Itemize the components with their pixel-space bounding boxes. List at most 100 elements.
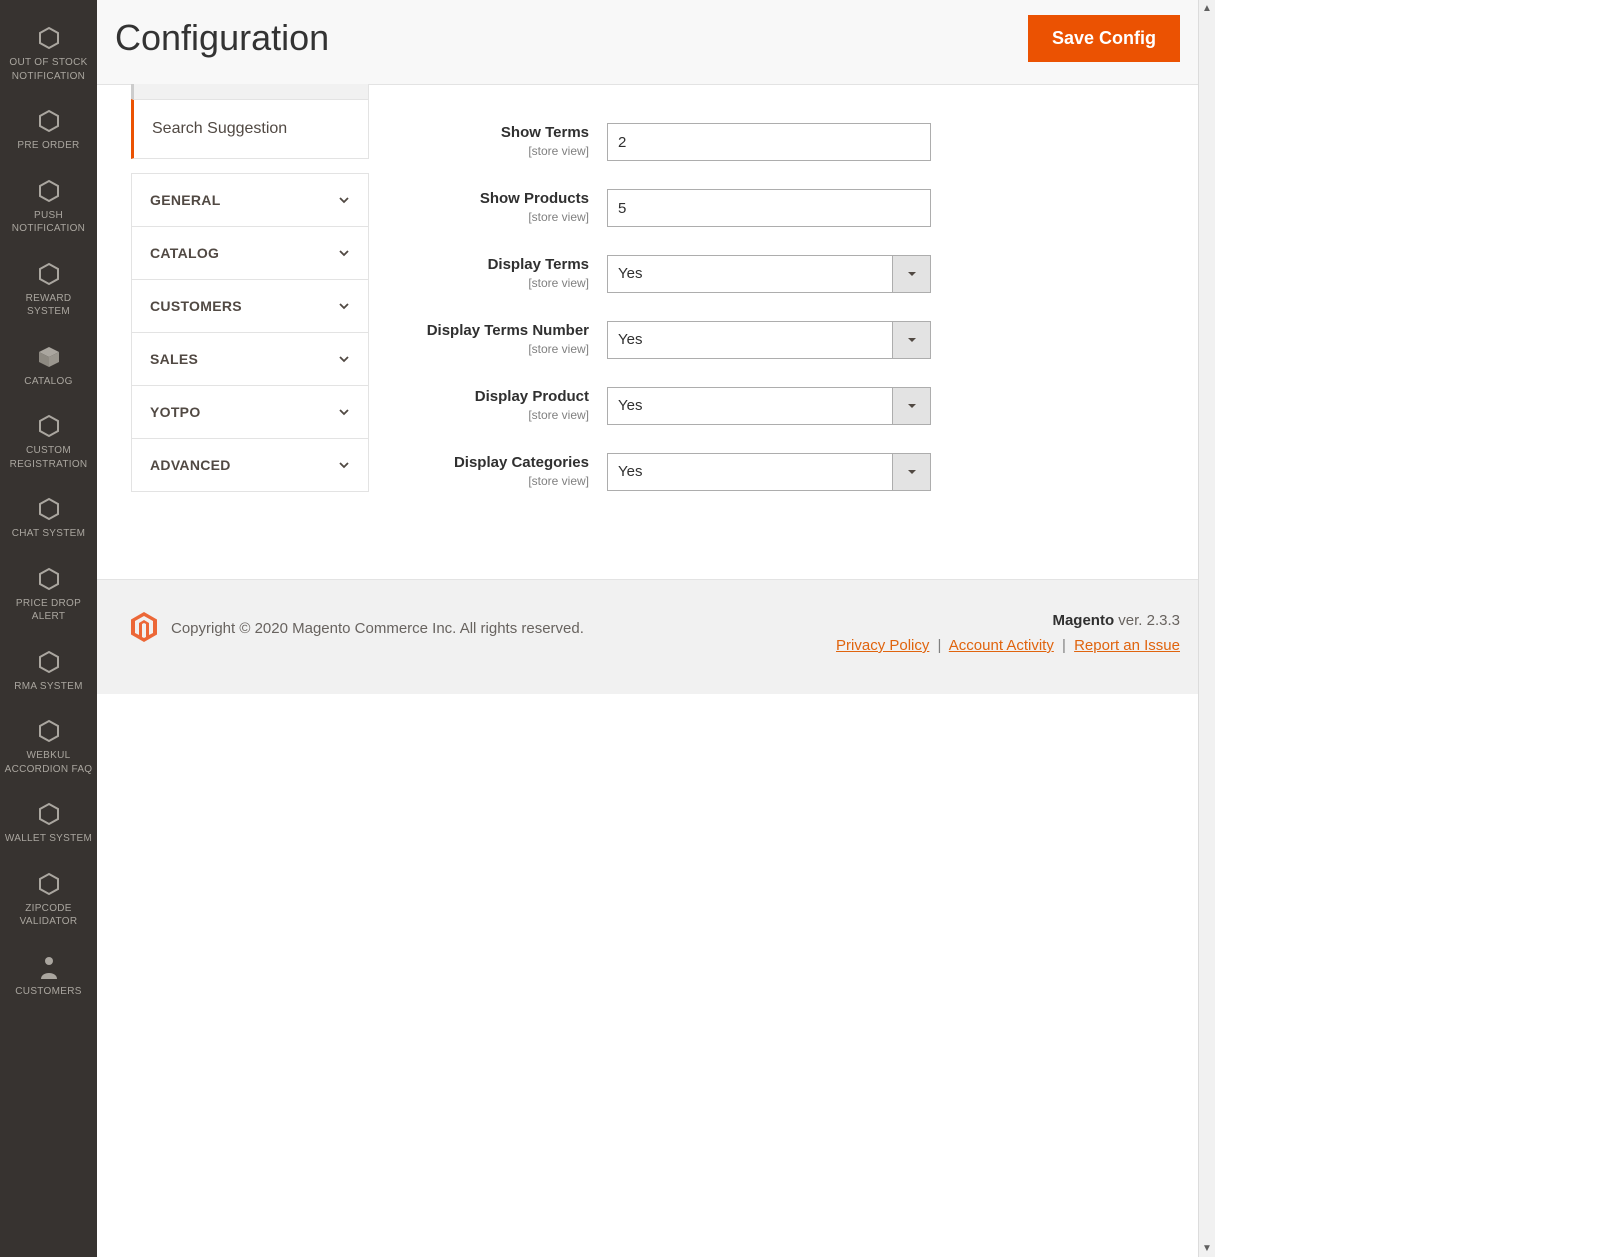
field-label: Display Product [475,388,589,405]
form-row-display-product: Display Product [store view] Yes [395,387,1180,425]
cube-icon [4,345,93,369]
field-label: Display Terms [488,256,589,273]
config-section-catalog[interactable]: CATALOG [131,226,369,280]
sidebar-item-zipcode-validator[interactable]: ZIPCODE VALIDATOR [0,860,97,943]
sidebar-item-reward-system[interactable]: REWARD SYSTEM [0,250,97,333]
select-value: Yes [608,454,892,490]
select-value: Yes [608,256,892,292]
chevron-down-icon [338,247,350,259]
version-text: Magento ver. 2.3.3 [836,612,1180,629]
config-section-label: YOTPO [150,404,201,420]
sidebar-item-out-of-stock-notification[interactable]: OUT OF STOCK NOTIFICATION [0,14,97,97]
sidebar-item-label: CATALOG [4,375,93,389]
sidebar-item-push-notification[interactable]: PUSH NOTIFICATION [0,167,97,250]
content-area: Search Suggestion GENERAL CATALOG CUSTOMER… [97,85,1198,579]
sidebar-item-customers[interactable]: CUSTOMERS [0,943,97,1013]
sidebar-item-label: RMA SYSTEM [4,680,93,694]
sidebar-item-wallet-system[interactable]: WALLET SYSTEM [0,790,97,860]
select-caret-icon [892,256,930,292]
config-section-customers[interactable]: CUSTOMERS [131,279,369,333]
sidebar-item-rma-system[interactable]: RMA SYSTEM [0,638,97,708]
form-row-display-terms: Display Terms [store view] Yes [395,255,1180,293]
field-label: Display Categories [454,454,589,471]
privacy-policy-link[interactable]: Privacy Policy [836,637,929,654]
sidebar-item-label: OUT OF STOCK NOTIFICATION [4,56,93,83]
form-row-show-products: Show Products [store view] [395,189,1180,227]
sidebar-item-pre-order[interactable]: PRE ORDER [0,97,97,167]
display-terms-select[interactable]: Yes [607,255,931,293]
report-issue-link[interactable]: Report an Issue [1074,637,1180,654]
sidebar-item-label: PRE ORDER [4,139,93,153]
field-scope: [store view] [395,144,589,158]
hex-icon [4,872,93,896]
tab-search-suggestion[interactable]: Search Suggestion [131,99,369,159]
field-scope: [store view] [395,276,589,290]
page-header: Configuration Save Config [97,0,1198,85]
page-title: Configuration [115,17,329,59]
select-caret-icon [892,322,930,358]
chevron-down-icon [338,459,350,471]
person-icon [4,955,93,979]
select-value: Yes [608,388,892,424]
field-scope: [store view] [395,342,589,356]
footer: Copyright © 2020 Magento Commerce Inc. A… [97,579,1198,694]
sidebar-item-label: CHAT SYSTEM [4,527,93,541]
show-terms-input[interactable] [607,123,931,161]
config-section-label: SALES [150,351,198,367]
sidebar-item-label: CUSTOM REGISTRATION [4,444,93,471]
tab-prev-stub[interactable] [131,84,369,100]
field-label: Display Terms Number [427,322,589,339]
account-activity-link[interactable]: Account Activity [949,637,1054,654]
scrollbar[interactable]: ▲ ▼ [1198,0,1215,1257]
config-section-general[interactable]: GENERAL [131,173,369,227]
sidebar-item-webkul-accordion-faq[interactable]: WEBKUL ACCORDION FAQ [0,707,97,790]
magento-logo-icon [131,612,157,645]
field-scope: [store view] [395,210,589,224]
sidebar-item-label: WALLET SYSTEM [4,832,93,846]
config-section-label: CATALOG [150,245,219,261]
sidebar-item-label: CUSTOMERS [4,985,93,999]
config-section-sales[interactable]: SALES [131,332,369,386]
select-caret-icon [892,388,930,424]
chevron-down-icon [338,300,350,312]
sidebar-item-custom-registration[interactable]: CUSTOM REGISTRATION [0,402,97,485]
scroll-up-icon[interactable]: ▲ [1199,0,1215,17]
form-row-display-terms-number: Display Terms Number [store view] Yes [395,321,1180,359]
select-caret-icon [892,454,930,490]
admin-sidebar: OUT OF STOCK NOTIFICATION PRE ORDER PUSH N… [0,0,97,1257]
config-section-label: CUSTOMERS [150,298,242,314]
save-config-button[interactable]: Save Config [1028,15,1180,62]
hex-icon [4,109,93,133]
display-product-select[interactable]: Yes [607,387,931,425]
hex-icon [4,719,93,743]
sidebar-item-price-drop-alert[interactable]: PRICE DROP ALERT [0,555,97,638]
config-section-advanced[interactable]: ADVANCED [131,438,369,492]
hex-icon [4,650,93,674]
sidebar-item-label: WEBKUL ACCORDION FAQ [4,749,93,776]
hex-icon [4,567,93,591]
hex-icon [4,179,93,203]
field-scope: [store view] [395,474,589,488]
chevron-down-icon [338,406,350,418]
field-label: Show Terms [501,124,589,141]
hex-icon [4,414,93,438]
form-row-display-categories: Display Categories [store view] Yes [395,453,1180,491]
sidebar-item-label: PRICE DROP ALERT [4,597,93,624]
scroll-down-icon[interactable]: ▼ [1199,1240,1215,1257]
field-scope: [store view] [395,408,589,422]
config-section-yotpo[interactable]: YOTPO [131,385,369,439]
display-categories-select[interactable]: Yes [607,453,931,491]
hex-icon [4,802,93,826]
sidebar-item-chat-system[interactable]: CHAT SYSTEM [0,485,97,555]
sidebar-item-label: PUSH NOTIFICATION [4,209,93,236]
hex-icon [4,497,93,521]
sidebar-item-catalog[interactable]: CATALOG [0,333,97,403]
field-label: Show Products [480,190,589,207]
config-section-label: GENERAL [150,192,221,208]
show-products-input[interactable] [607,189,931,227]
hex-icon [4,262,93,286]
display-terms-number-select[interactable]: Yes [607,321,931,359]
hex-icon [4,26,93,50]
sidebar-item-label: REWARD SYSTEM [4,292,93,319]
chevron-down-icon [338,194,350,206]
